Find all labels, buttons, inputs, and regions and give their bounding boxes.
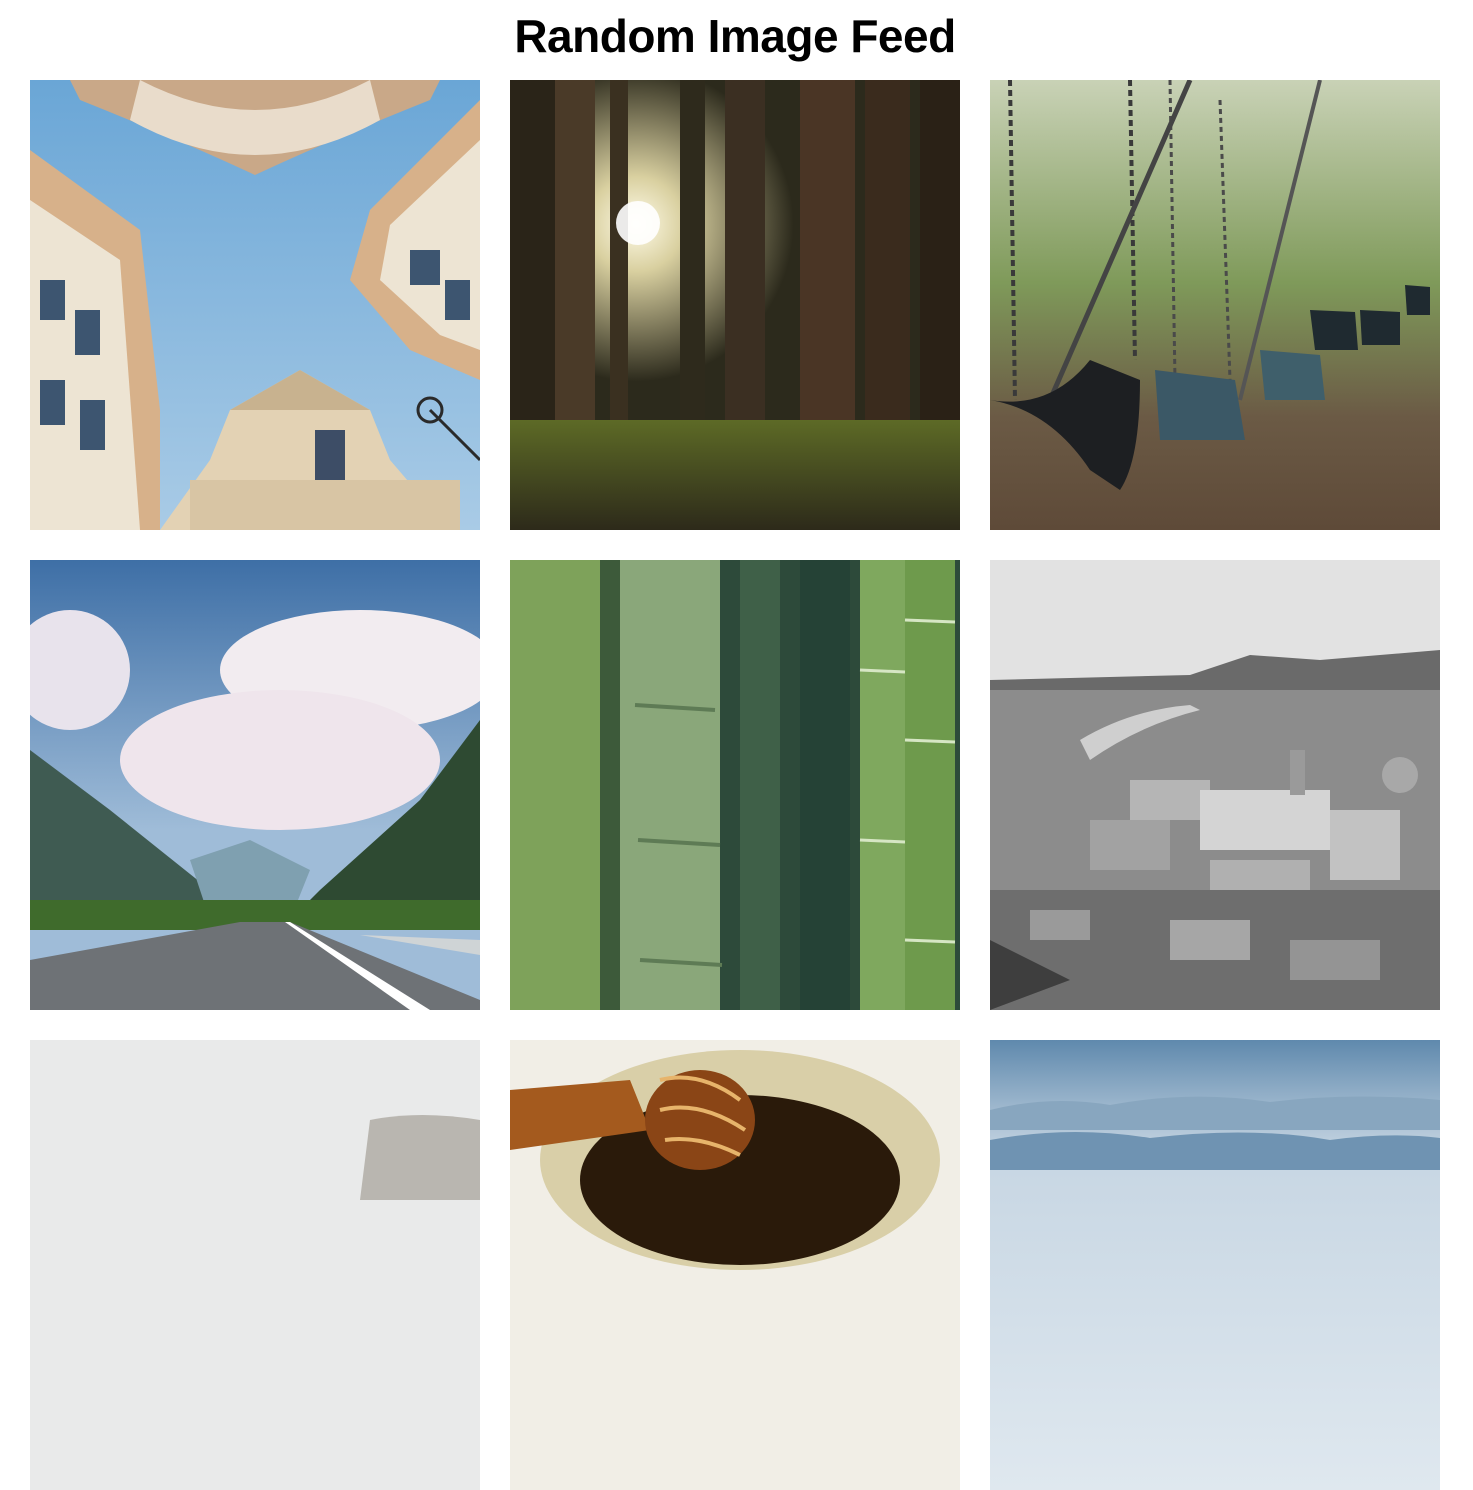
feed-image-1[interactable]	[30, 80, 480, 530]
image-misty-mountains	[990, 1040, 1440, 1490]
image-architecture	[30, 80, 480, 530]
image-swings	[990, 80, 1440, 530]
image-white-still-life	[30, 1040, 480, 1490]
feed-image-7[interactable]	[30, 1040, 480, 1490]
image-honey-dipper	[510, 1040, 960, 1490]
feed-image-9[interactable]	[990, 1040, 1440, 1490]
image-mountain-road	[30, 560, 480, 1010]
feed-image-5[interactable]	[510, 560, 960, 1010]
feed-image-8[interactable]	[510, 1040, 960, 1490]
image-bamboo	[510, 560, 960, 1010]
feed-image-4[interactable]	[30, 560, 480, 1010]
page-title: Random Image Feed	[514, 10, 956, 62]
feed-image-6[interactable]	[990, 560, 1440, 1010]
image-forest	[510, 80, 960, 530]
feed-image-3[interactable]	[990, 80, 1440, 530]
image-city	[990, 560, 1440, 1010]
feed-image-2[interactable]	[510, 80, 960, 530]
